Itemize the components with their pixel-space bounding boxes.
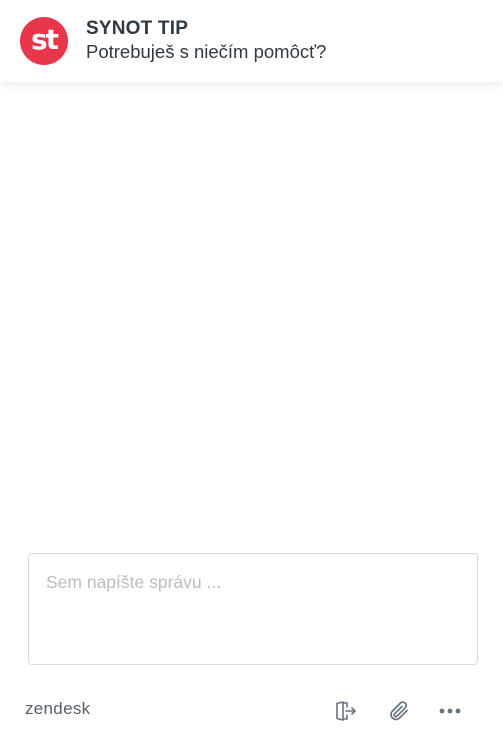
logo-text: st	[30, 23, 59, 56]
brand-logo: st	[20, 17, 68, 65]
more-options-button[interactable]	[437, 698, 463, 724]
attachment-icon	[390, 701, 408, 721]
chat-footer: zendesk	[0, 688, 503, 731]
chat-subtitle: Potrebuješ s niečím pomôcť?	[86, 41, 327, 62]
end-chat-button[interactable]	[333, 698, 359, 724]
chat-header: st SYNOT TIP Potrebuješ s niečím pomôcť?	[0, 0, 503, 82]
message-input[interactable]	[29, 554, 477, 664]
zendesk-brand-link[interactable]: zendesk	[25, 699, 90, 719]
attach-file-button[interactable]	[386, 698, 412, 724]
message-composer[interactable]	[28, 553, 478, 665]
chat-title: SYNOT TIP	[86, 18, 189, 39]
more-options-icon	[439, 708, 461, 714]
chat-widget: st SYNOT TIP Potrebuješ s niečím pomôcť?…	[0, 0, 503, 731]
header-text: SYNOT TIP Potrebuješ s niečím pomôcť?	[86, 18, 326, 64]
message-list[interactable]	[0, 82, 503, 542]
exit-chat-icon	[336, 701, 356, 721]
